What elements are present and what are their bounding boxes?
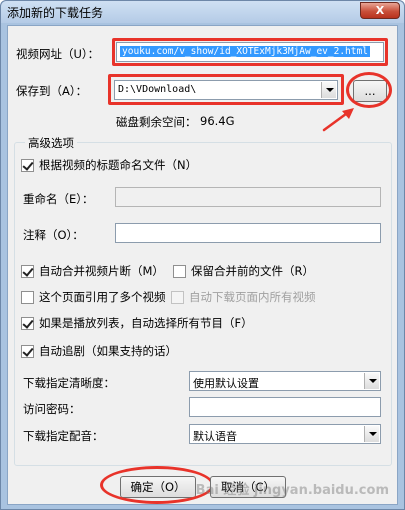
keep-before-merge-checkbox[interactable]: 保留合并前的文件（R） bbox=[173, 263, 314, 279]
checkbox-checked-icon bbox=[21, 344, 34, 358]
checkbox-checked-icon bbox=[21, 316, 34, 330]
quality-label: 下载指定清晰度： bbox=[23, 376, 115, 390]
checkbox-icon bbox=[21, 290, 34, 304]
close-button[interactable]: X bbox=[360, 2, 400, 19]
multi-video-page-checkbox[interactable]: 这个页面引用了多个视频 bbox=[21, 289, 166, 305]
watermark-text: Bai 经验 jingyan.baidu.com bbox=[195, 483, 389, 498]
dubbing-combo[interactable]: 默认语音 bbox=[189, 424, 381, 444]
chevron-down-icon[interactable] bbox=[364, 373, 379, 389]
dubbing-value: 默认语音 bbox=[193, 430, 237, 443]
advanced-options-title: 高级选项 bbox=[25, 135, 77, 151]
disk-space-value: 96.4G bbox=[200, 114, 235, 128]
quality-combo[interactable]: 使用默认设置 bbox=[189, 371, 381, 391]
disk-space-label: 磁盘剩余空间： bbox=[116, 115, 197, 129]
auto-merge-checkbox[interactable]: 自动合并视频片断（M） bbox=[21, 263, 164, 279]
url-label: 视频网址（U）： bbox=[16, 47, 100, 61]
checkbox-checked-icon bbox=[21, 158, 34, 172]
checkbox-checked-icon bbox=[21, 264, 34, 278]
url-highlight-box bbox=[112, 38, 388, 66]
dubbing-label: 下载指定配音： bbox=[23, 429, 104, 443]
password-label: 访问密码： bbox=[23, 402, 81, 416]
checkbox-icon bbox=[171, 290, 184, 304]
dialog-body: 视频网址（U）： youku.com/v_show/id_XOTExMjk3Mj… bbox=[7, 25, 398, 505]
save-path-highlight-box bbox=[108, 74, 344, 105]
browse-highlight-circle bbox=[346, 72, 392, 108]
comment-label: 注释（O）： bbox=[23, 228, 84, 242]
auto-download-all-checkbox[interactable]: 自动下载页面内所有视频 bbox=[171, 289, 316, 305]
name-by-title-checkbox[interactable]: 根据视频的标题命名文件（N） bbox=[21, 157, 197, 173]
dialog-title: 添加新的下载任务 bbox=[7, 6, 104, 20]
auto-follow-checkbox[interactable]: 自动追剧（如果支持的话） bbox=[21, 343, 177, 359]
close-icon: X bbox=[375, 4, 385, 17]
rename-label: 重命名（E）： bbox=[23, 192, 94, 206]
quality-value: 使用默认设置 bbox=[193, 377, 259, 390]
advanced-options-group: 高级选项 根据视频的标题命名文件（N） 重命名（E）： 注释（O）： 自动合并视… bbox=[14, 135, 392, 466]
checkbox-icon bbox=[173, 264, 186, 278]
download-dialog: 添加新的下载任务 X 视频网址（U）： youku.com/v_show/id_… bbox=[0, 0, 405, 510]
chevron-down-icon[interactable] bbox=[364, 426, 379, 442]
rename-input[interactable] bbox=[115, 187, 381, 207]
arrow-annotation-icon bbox=[322, 108, 354, 132]
comment-input[interactable] bbox=[115, 223, 381, 243]
password-input[interactable] bbox=[189, 397, 381, 417]
save-to-label: 保存到（A）： bbox=[16, 84, 88, 98]
playlist-select-all-checkbox[interactable]: 如果是播放列表，自动选择所有节目（F） bbox=[21, 315, 253, 331]
title-bar[interactable]: 添加新的下载任务 X bbox=[1, 1, 404, 23]
